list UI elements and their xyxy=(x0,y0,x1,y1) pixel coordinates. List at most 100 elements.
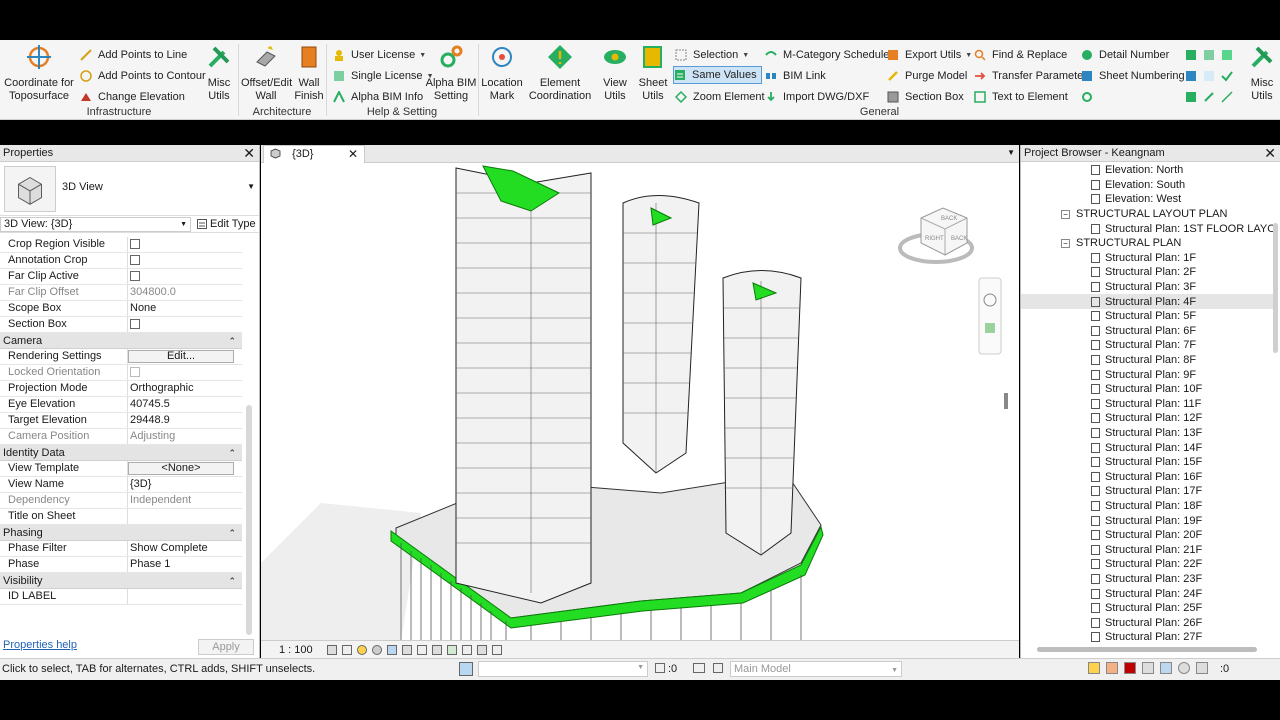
sheet-numbering-button[interactable]: Sheet Numbering xyxy=(1081,67,1185,85)
instance-selector[interactable]: 3D View: {3D} ▼ xyxy=(0,216,191,232)
filter-icon[interactable] xyxy=(1196,662,1208,674)
drag-elements-icon[interactable] xyxy=(1160,662,1172,674)
offset-edit-wall-button[interactable]: Offset/Edit Wall xyxy=(241,44,292,103)
property-value[interactable] xyxy=(128,509,242,524)
tree-item[interactable]: Structural Plan: 22F xyxy=(1021,557,1273,572)
tree-item[interactable]: Structural Plan: 17F xyxy=(1021,484,1273,499)
category-phasing[interactable]: Phasing ⌃ xyxy=(0,525,242,541)
quick-tool-2[interactable] xyxy=(1185,67,1239,85)
wall-finish-button[interactable]: Wall Finish xyxy=(293,44,325,103)
m-category-schedule-button[interactable]: M-Category Schedule xyxy=(765,46,889,64)
checkbox[interactable] xyxy=(130,239,140,249)
checkbox[interactable] xyxy=(130,319,140,329)
category-visibility[interactable]: Visibility ⌃ xyxy=(0,573,242,589)
tree-item[interactable]: Structural Plan: 8F xyxy=(1021,353,1273,368)
import-dwg-button[interactable]: Import DWG/DXF xyxy=(765,88,869,106)
shadows-icon[interactable] xyxy=(372,644,382,655)
category-identity[interactable]: Identity Data ⌃ xyxy=(0,445,242,461)
section-box-button[interactable]: Section Box xyxy=(887,88,964,106)
selection-button[interactable]: Selection ▼ xyxy=(675,46,749,64)
checkbox[interactable] xyxy=(130,271,140,281)
edit-type-button[interactable]: Edit Type xyxy=(197,218,256,230)
property-value[interactable]: 40745.5 xyxy=(128,397,242,412)
detail-level-icon[interactable] xyxy=(327,644,337,655)
tree-item[interactable]: Structural Plan: 16F xyxy=(1021,469,1273,484)
find-replace-button[interactable]: Find & Replace xyxy=(974,46,1067,64)
design-option-dropdown[interactable]: Main Model ▼ xyxy=(730,661,902,677)
text-to-element-button[interactable]: Text to Element xyxy=(974,88,1068,106)
alpha-bim-setting-button[interactable]: Alpha BIM Setting xyxy=(425,44,477,103)
tree-item[interactable]: Structural Plan: 14F xyxy=(1021,440,1273,455)
id-label-value[interactable] xyxy=(128,589,242,604)
sheet-utils-button[interactable]: Sheet Utils xyxy=(637,44,669,103)
select-underlay-icon[interactable] xyxy=(1106,662,1118,674)
properties-help-link[interactable]: Properties help xyxy=(3,639,77,651)
property-value[interactable]: Show Complete xyxy=(128,541,242,556)
transfer-parameter-button[interactable]: Transfer Parameter xyxy=(974,67,1087,85)
tree-item[interactable]: Elevation: North xyxy=(1021,163,1273,178)
property-value[interactable]: 29448.9 xyxy=(128,413,242,428)
add-points-line-button[interactable]: Add Points to Line xyxy=(80,46,187,64)
user-license-button[interactable]: User License ▼ xyxy=(333,46,426,64)
browser-vertical-scrollbar[interactable] xyxy=(1273,223,1278,353)
tree-group[interactable]: − STRUCTURAL LAYOUT PLAN xyxy=(1021,207,1273,222)
properties-scrollbar[interactable] xyxy=(246,405,252,635)
misc-utils-infra-button[interactable]: Misc Utils xyxy=(202,44,236,103)
close-icon[interactable]: ✕ xyxy=(1264,145,1276,162)
navigation-bar[interactable] xyxy=(978,277,1002,355)
property-value[interactable]: Phase 1 xyxy=(128,557,242,572)
analytical-icon[interactable] xyxy=(477,644,487,655)
browser-horizontal-scrollbar[interactable] xyxy=(1037,647,1257,652)
tree-item[interactable]: Structural Plan: 9F xyxy=(1021,367,1273,382)
property-value[interactable] xyxy=(128,269,242,284)
design-options-icon[interactable] xyxy=(693,663,705,673)
select-pinned-icon[interactable] xyxy=(1124,662,1136,674)
detail-number-button[interactable]: Detail Number xyxy=(1081,46,1169,64)
property-value[interactable] xyxy=(128,237,242,252)
editable-only-icon[interactable] xyxy=(655,663,665,673)
highlight-icon[interactable] xyxy=(492,644,502,655)
visual-style-icon[interactable] xyxy=(342,644,352,655)
chevron-down-icon[interactable]: ▼ xyxy=(1007,148,1015,157)
collapse-toggle-icon[interactable]: − xyxy=(1061,238,1070,248)
property-value[interactable]: Orthographic xyxy=(128,381,242,396)
tree-item[interactable]: Structural Plan: 13F xyxy=(1021,426,1273,441)
category-camera[interactable]: Camera ⌃ xyxy=(0,333,242,349)
add-points-contour-button[interactable]: Add Points to Contour xyxy=(80,67,206,85)
show-crop-icon[interactable] xyxy=(417,644,427,655)
export-utils-button[interactable]: Export Utils ▼ xyxy=(887,46,972,64)
property-value[interactable]: {3D} xyxy=(128,477,242,492)
alpha-bim-info-button[interactable]: Alpha BIM Info xyxy=(333,88,423,106)
tree-item[interactable]: Elevation: West xyxy=(1021,192,1273,207)
tree-item[interactable]: Structural Plan: 24F xyxy=(1021,586,1273,601)
tree-item[interactable]: Structural Plan: 1ST FLOOR LAYOUT xyxy=(1021,221,1273,236)
reveal-hidden-icon[interactable] xyxy=(462,644,472,655)
crop-icon[interactable] xyxy=(402,644,412,655)
tree-item[interactable]: Structural Plan: 23F xyxy=(1021,572,1273,587)
tree-item[interactable]: Structural Plan: 10F xyxy=(1021,382,1273,397)
tree-item[interactable]: Structural Plan: 4F xyxy=(1021,294,1273,309)
design-option-settings-icon[interactable] xyxy=(713,663,723,673)
tree-item[interactable]: Structural Plan: 18F xyxy=(1021,499,1273,514)
purge-model-button[interactable]: Purge Model xyxy=(887,67,967,85)
building-model-3d[interactable]: BACK RIGHT BACK xyxy=(261,163,1009,641)
view-template-button[interactable]: <None> xyxy=(128,462,234,475)
view-cube[interactable]: BACK RIGHT BACK xyxy=(898,207,974,264)
view-utils-button[interactable]: View Utils xyxy=(599,44,631,103)
tree-item[interactable]: Structural Plan: 20F xyxy=(1021,528,1273,543)
view-area[interactable]: {3D} ✕ ▼ BACK RIGHT BACK 1: 100 xyxy=(261,145,1019,658)
property-value[interactable] xyxy=(128,253,242,268)
select-links-icon[interactable] xyxy=(1088,662,1100,674)
checkbox[interactable] xyxy=(130,255,140,265)
single-license-button[interactable]: Single License ▼ xyxy=(333,67,434,85)
tree-item[interactable]: Structural Plan: 5F xyxy=(1021,309,1273,324)
tree-item[interactable]: Structural Plan: 1F xyxy=(1021,251,1273,266)
tab-3d-view[interactable]: {3D} ✕ xyxy=(263,145,365,163)
select-by-face-icon[interactable] xyxy=(1142,662,1154,674)
property-value[interactable]: None xyxy=(128,301,242,316)
tree-item[interactable]: Structural Plan: 27F xyxy=(1021,630,1273,643)
tree-item[interactable]: Structural Plan: 6F xyxy=(1021,324,1273,339)
quick-tool-3[interactable] xyxy=(1185,88,1239,106)
tree-item[interactable]: Elevation: South xyxy=(1021,178,1273,193)
render-icon[interactable] xyxy=(387,644,397,655)
